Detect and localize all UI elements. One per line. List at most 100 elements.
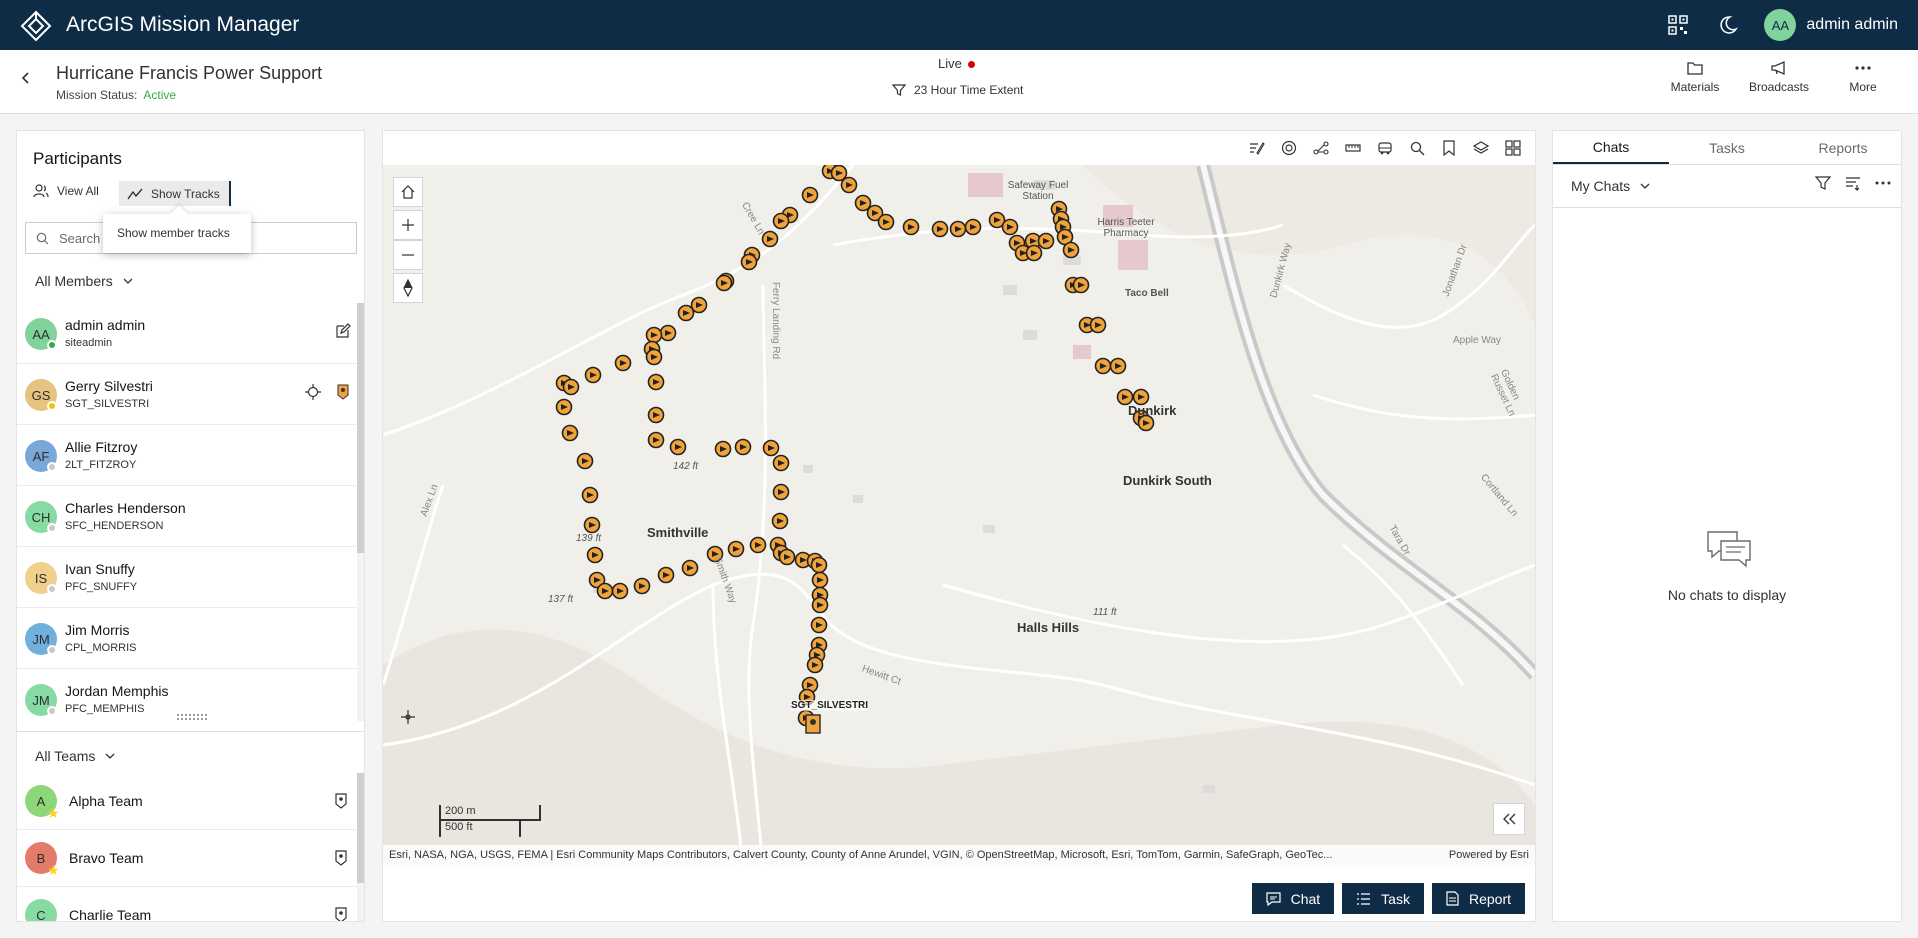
time-extent-label: 23 Hour Time Extent (914, 83, 1024, 97)
scale-imperial-label: 500 ft (445, 821, 473, 833)
report-button-label: Report (1468, 890, 1511, 907)
tab-reports[interactable]: Reports (1785, 131, 1901, 164)
member-username: PFC_MEMPHIS (65, 703, 145, 715)
more-label: More (1849, 80, 1877, 94)
member-row[interactable]: JM Jim Morris CPL_MORRIS (17, 608, 357, 669)
member-row[interactable]: IS Ivan Snuffy PFC_SNUFFY (17, 547, 357, 608)
chevron-down-icon (123, 278, 133, 284)
location-pin-icon[interactable] (335, 850, 347, 866)
zoom-in-button[interactable] (393, 210, 423, 240)
members-filter-dropdown[interactable]: All Members (35, 273, 133, 289)
chat-filter-dropdown[interactable]: My Chats (1571, 178, 1650, 194)
team-name: Bravo Team (69, 850, 144, 866)
locate-icon[interactable] (305, 384, 321, 400)
member-username: SGT_SILVESTRI (65, 398, 150, 410)
member-username: siteadmin (65, 337, 113, 349)
crosshair-button[interactable] (393, 702, 423, 732)
more-button[interactable]: More (1828, 60, 1898, 94)
user-menu[interactable]: AA admin admin (1764, 9, 1898, 41)
team-row[interactable]: C Charlie Team (17, 887, 357, 922)
app-header: ArcGIS Mission Manager AA admin admin (0, 0, 1918, 50)
filter-icon[interactable] (1815, 175, 1831, 191)
team-name: Charlie Team (69, 907, 152, 922)
empty-state-text: No chats to display (1667, 587, 1787, 603)
tab-tasks[interactable]: Tasks (1669, 131, 1785, 164)
sort-icon[interactable] (1845, 175, 1861, 191)
bookmark-icon[interactable] (1437, 136, 1461, 160)
dark-mode-icon[interactable] (1714, 11, 1742, 39)
target-icon[interactable] (1277, 136, 1301, 160)
map-canvas[interactable] (383, 165, 1535, 865)
elevation-label: 137 ft (548, 594, 574, 605)
task-button[interactable]: Task (1342, 883, 1424, 914)
team-row[interactable]: A ★ Alpha Team (17, 773, 357, 830)
powered-by-esri[interactable]: Powered by Esri (1449, 849, 1529, 861)
view-all-label: View All (57, 184, 99, 198)
location-marker-icon[interactable] (337, 384, 349, 400)
live-indicator: Live (938, 56, 975, 71)
show-tracks-button[interactable]: Show Tracks (119, 181, 231, 206)
member-username: 2LT_FITZROY (65, 459, 137, 471)
network-icon[interactable] (1309, 136, 1333, 160)
member-name: admin admin (65, 317, 146, 333)
elevation-label: 142 ft (673, 461, 699, 472)
status-dot-icon (47, 462, 57, 472)
qr-code-icon[interactable] (1664, 11, 1692, 39)
compass-button[interactable] (393, 273, 423, 303)
sketch-icon[interactable] (1245, 136, 1269, 160)
task-button-label: Task (1381, 890, 1410, 907)
scrollbar-thumb[interactable] (357, 303, 364, 553)
map-action-bar: Chat Task Report (1251, 883, 1525, 914)
participants-panel: Participants View All Show Tracks Show m… (16, 130, 365, 922)
team-list-scrollbar[interactable] (357, 773, 364, 921)
view-all-button[interactable]: View All (33, 184, 99, 198)
location-pin-icon[interactable] (335, 793, 347, 809)
edit-icon[interactable] (335, 323, 351, 339)
home-icon (401, 185, 415, 199)
tab-chats[interactable]: Chats (1553, 131, 1669, 164)
attribution-text: Esri, NASA, NGA, USGS, FEMA | Esri Commu… (389, 849, 1333, 861)
measure-icon[interactable] (1341, 136, 1365, 160)
star-icon: ★ (47, 805, 60, 821)
team-row[interactable]: B ★ Bravo Team (17, 830, 357, 887)
divider (1553, 207, 1901, 208)
resize-grip-icon[interactable] (177, 714, 207, 720)
place-label: Smithville (647, 525, 709, 540)
materials-label: Materials (1670, 80, 1720, 94)
member-name: Jim Morris (65, 622, 130, 638)
basemap-gallery-icon[interactable] (1501, 136, 1525, 160)
chat-icon (1265, 891, 1281, 906)
teams-filter-dropdown[interactable]: All Teams (35, 748, 115, 764)
chat-button[interactable]: Chat (1251, 883, 1335, 914)
home-button[interactable] (393, 177, 423, 207)
member-row[interactable]: GS Gerry Silvestri SGT_SILVESTRI (17, 364, 357, 425)
map-toolbar (383, 131, 1535, 165)
place-label: Dunkirk (1128, 403, 1177, 418)
mission-status: Mission Status: Active (56, 88, 176, 102)
vehicle-icon[interactable] (1373, 136, 1397, 160)
track-line-icon (127, 188, 143, 199)
member-name: Jordan Memphis (65, 683, 169, 699)
time-extent-filter[interactable]: 23 Hour Time Extent (892, 83, 1023, 97)
map-attribution: Esri, NASA, NGA, USGS, FEMA | Esri Commu… (383, 845, 1535, 865)
location-pin-icon[interactable] (335, 907, 347, 922)
scrollbar-thumb[interactable] (357, 773, 364, 883)
report-icon (1446, 891, 1459, 906)
member-list-scrollbar[interactable] (357, 303, 364, 721)
member-row[interactable]: AA admin admin siteadmin (17, 303, 357, 364)
road-label: Ferry Landing Rd (770, 281, 782, 360)
more-icon[interactable] (1875, 175, 1891, 191)
zoom-out-button[interactable] (393, 240, 423, 270)
member-row[interactable]: CH Charles Henderson SFC_HENDERSON (17, 486, 357, 547)
map-view[interactable]: Safeway Fuel Station Harris Teeter Pharm… (383, 165, 1535, 865)
materials-button[interactable]: Materials (1660, 60, 1730, 94)
back-icon[interactable] (20, 70, 32, 91)
report-button[interactable]: Report (1431, 883, 1525, 914)
expand-panel-button[interactable] (1493, 803, 1525, 835)
broadcasts-button[interactable]: Broadcasts (1744, 60, 1814, 94)
chevron-down-icon (1640, 183, 1650, 189)
layers-icon[interactable] (1469, 136, 1493, 160)
search-icon[interactable] (1405, 136, 1429, 160)
member-row[interactable]: AF Allie Fitzroy 2LT_FITZROY (17, 425, 357, 486)
status-dot-icon (47, 584, 57, 594)
